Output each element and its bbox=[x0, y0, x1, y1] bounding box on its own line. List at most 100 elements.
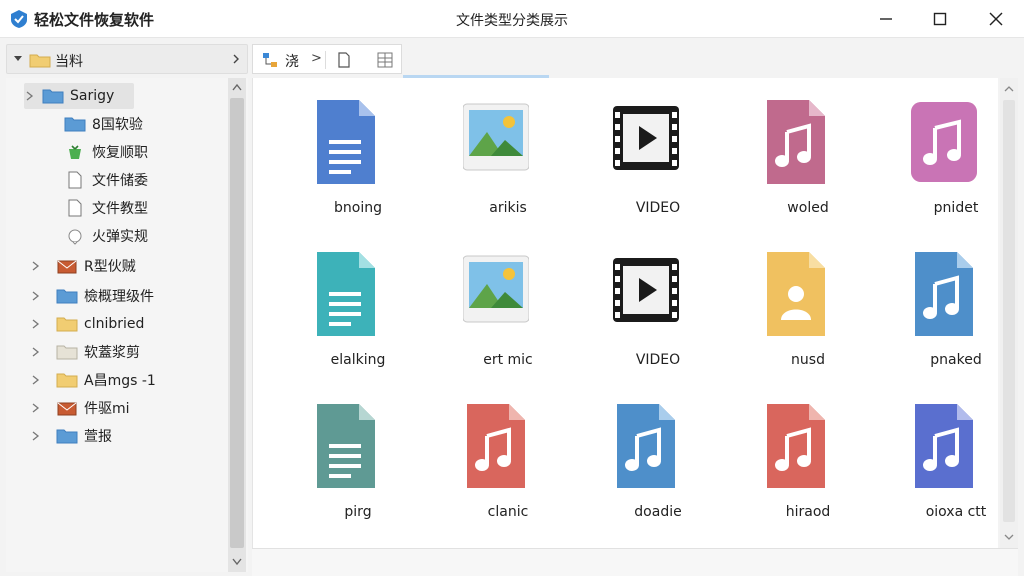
content-scroll-thumb[interactable] bbox=[1003, 100, 1015, 522]
file-tile[interactable]: pirg bbox=[283, 402, 403, 542]
tree-item[interactable]: 恢复顺职 bbox=[30, 139, 230, 165]
expand-arrow-icon[interactable] bbox=[30, 318, 42, 330]
tree-scroll-thumb[interactable] bbox=[230, 98, 244, 548]
chevron-right-icon bbox=[233, 54, 239, 64]
file-grid: bnoing arikis VIDEO woled pnidet elalking ert … bbox=[252, 78, 1001, 558]
file-tile[interactable]: elalking bbox=[283, 250, 403, 390]
document-green-icon bbox=[317, 404, 375, 488]
title-bar: 轻松文件恢复软件 文件类型分类展示 bbox=[0, 0, 1024, 38]
file-name: doadie bbox=[634, 504, 682, 520]
grid-view-icon[interactable] bbox=[377, 52, 393, 68]
expand-arrow-icon[interactable] bbox=[30, 430, 42, 442]
location-root[interactable]: 当料 bbox=[6, 44, 248, 74]
file-name: hiraod bbox=[785, 504, 831, 520]
breadcrumb-chevron: > bbox=[311, 51, 322, 66]
tree-item[interactable]: 文件储委 bbox=[30, 167, 230, 193]
file-tile[interactable]: ert mic bbox=[433, 250, 553, 390]
file-tile[interactable]: arikis bbox=[433, 98, 553, 238]
file-tile[interactable]: clanic bbox=[433, 402, 553, 542]
music-red-icon bbox=[467, 404, 525, 488]
folder-gray-icon bbox=[56, 345, 78, 360]
tree-item[interactable]: 件驱mi bbox=[30, 395, 230, 421]
document-blue-icon bbox=[317, 100, 375, 184]
tree-item-label: 檢概理级件 bbox=[84, 289, 154, 305]
folder-blue-icon bbox=[56, 429, 78, 444]
expand-arrow-icon[interactable] bbox=[30, 290, 42, 302]
file-tile[interactable]: woled bbox=[733, 98, 853, 238]
caret-down-icon bbox=[14, 56, 22, 61]
tree-item-label: 8国软验 bbox=[92, 117, 143, 133]
tree-item[interactable]: R型伙贼 bbox=[30, 253, 230, 279]
expand-arrow-icon[interactable] bbox=[30, 374, 42, 386]
tree-item[interactable]: 软蓋浆剪 bbox=[30, 339, 230, 365]
document-icon bbox=[68, 171, 82, 189]
file-tile[interactable]: oioxa ctt bbox=[881, 402, 1001, 542]
folder-yellow-icon bbox=[56, 317, 78, 332]
expand-arrow-icon[interactable] bbox=[30, 346, 42, 358]
file-tile[interactable]: pnidet bbox=[881, 98, 1001, 238]
expand-arrow-icon[interactable] bbox=[30, 402, 42, 414]
music-blue-icon bbox=[915, 252, 973, 336]
tree-item[interactable]: 文件教型 bbox=[30, 195, 230, 221]
close-button[interactable] bbox=[970, 0, 1022, 38]
expand-arrow-icon[interactable] bbox=[24, 90, 36, 102]
expand-arrow-icon[interactable] bbox=[30, 260, 42, 272]
file-tile[interactable]: bnoing bbox=[283, 98, 403, 238]
folder-tree: Sarigy 8国软验恢复顺职文件储委文件教型火弹实规 R型伙贼檢概理级件 clnib… bbox=[6, 78, 248, 572]
file-name: clanic bbox=[487, 504, 529, 520]
content-scrollbar[interactable] bbox=[1000, 78, 1018, 548]
tree-item[interactable]: 檢概理级件 bbox=[30, 283, 230, 309]
music-mauve-icon bbox=[767, 100, 825, 184]
folder-blue-icon bbox=[42, 89, 64, 104]
mail-icon bbox=[57, 402, 77, 416]
music-pink-icon bbox=[911, 102, 977, 182]
tree-item[interactable]: Sarigy bbox=[24, 83, 134, 109]
breadcrumb-label[interactable]: 浇 bbox=[285, 51, 299, 71]
minimize-button[interactable] bbox=[860, 0, 912, 38]
file-name: VIDEO bbox=[635, 352, 681, 368]
tree-item[interactable]: clnibried bbox=[30, 311, 230, 337]
network-icon[interactable] bbox=[262, 52, 278, 68]
root-label: 当料 bbox=[55, 54, 83, 70]
tree-item[interactable]: A昌mgs -1ˢ bbox=[30, 367, 232, 393]
tree-item-label: 文件储委 bbox=[92, 173, 148, 189]
folder-blue-icon bbox=[64, 117, 86, 132]
person-file-icon bbox=[767, 252, 825, 336]
file-tile[interactable]: nusd bbox=[733, 250, 853, 390]
file-tile[interactable]: hiraod bbox=[733, 402, 853, 542]
image-icon bbox=[463, 255, 529, 323]
tree-item-label: 文件教型 bbox=[92, 201, 148, 217]
music-red-icon bbox=[767, 404, 825, 488]
file-name: arikis bbox=[489, 200, 527, 216]
music-blue-icon bbox=[617, 404, 675, 488]
new-file-icon[interactable] bbox=[337, 52, 351, 68]
folder-blue-icon bbox=[56, 289, 78, 304]
scroll-down-icon[interactable] bbox=[228, 554, 246, 570]
file-name: bnoing bbox=[334, 200, 382, 216]
maximize-button[interactable] bbox=[914, 0, 966, 38]
tree-scrollbar[interactable] bbox=[228, 78, 246, 572]
document-teal-icon bbox=[317, 252, 375, 336]
file-tile[interactable]: pnaked bbox=[881, 250, 1001, 390]
folder-yellow-icon bbox=[56, 373, 78, 388]
file-tile[interactable]: doadie bbox=[583, 402, 703, 542]
file-tile[interactable]: VIDEO bbox=[583, 98, 703, 238]
bubble-icon bbox=[68, 229, 82, 245]
folder-icon bbox=[29, 54, 51, 68]
video-icon bbox=[613, 106, 679, 170]
tree-item-label: clnibried bbox=[84, 316, 145, 332]
scroll-up-icon[interactable] bbox=[228, 80, 246, 96]
tree-item-label: 件驱mi bbox=[84, 401, 130, 417]
recycle-icon bbox=[69, 145, 81, 159]
tree-item[interactable]: 萱报 bbox=[30, 423, 230, 449]
scroll-up-icon[interactable] bbox=[1000, 82, 1018, 96]
tree-item[interactable]: 8国软验 bbox=[30, 111, 230, 137]
tree-item[interactable]: 火弹实规 bbox=[30, 223, 230, 249]
file-tile[interactable]: VIDEO bbox=[583, 250, 703, 390]
tree-item-label: A昌mgs -1 bbox=[84, 373, 156, 389]
toolbar-divider bbox=[325, 51, 326, 69]
tree-item-label: 火弹实规 bbox=[92, 229, 148, 245]
maximize-icon bbox=[933, 12, 947, 26]
scroll-down-icon[interactable] bbox=[1000, 530, 1018, 544]
tree-item-label: 恢复顺职 bbox=[92, 145, 148, 161]
